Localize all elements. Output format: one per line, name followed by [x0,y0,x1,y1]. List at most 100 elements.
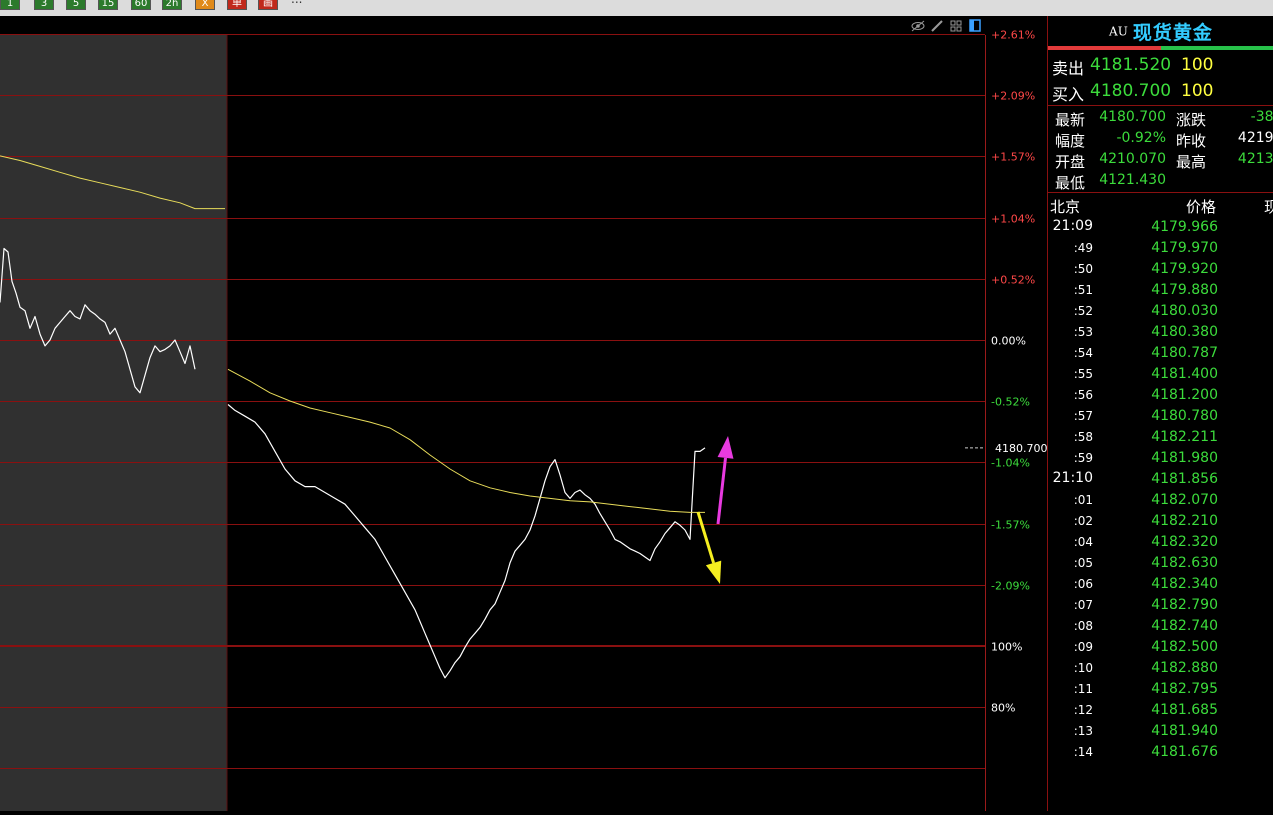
tick-price: 4181.676 [1151,744,1218,760]
tick-price: 4181.400 [1151,366,1218,382]
tick-time: :50 [1073,262,1093,276]
stat-label: 涨跌 [1176,111,1207,129]
sell-label: 卖出 [1052,59,1085,78]
tick-price: 4181.685 [1151,702,1218,718]
eye-icon[interactable] [911,20,925,32]
tick-price: 4182.740 [1151,618,1218,634]
stat-label: 开盘 [1055,153,1086,171]
instrument-code: AU [1109,24,1128,39]
tick-time: :05 [1073,556,1093,570]
tick-time: 21:10 [1052,470,1093,486]
tick-price: 4182.210 [1151,513,1218,529]
tick-price: 4182.211 [1151,429,1218,445]
sell-price: 4181.520 [1090,55,1172,75]
axis-tick-label: +2.09% [991,90,1035,103]
stat-label: 最低 [1055,174,1086,192]
stat-value: -0.92% [1116,130,1166,146]
sell-strength-bar [1048,46,1161,50]
buy-price: 4180.700 [1090,81,1172,101]
buy-label: 买入 [1052,85,1085,104]
tick-time: :11 [1073,682,1093,696]
tick-price: 4181.200 [1151,387,1218,403]
sell-row[interactable]: 卖出 4181.520 100 [1048,53,1273,78]
sell-volume: 100 [1181,55,1214,75]
period-button-0[interactable]: 1 [0,0,20,10]
period-button-7[interactable]: 单 [227,0,247,10]
ticks-volume-header: 现 [1264,196,1273,217]
tick-time: :59 [1073,451,1093,465]
tick-time: :06 [1073,577,1093,591]
buy-row[interactable]: 买入 4180.700 100 [1048,79,1273,104]
instrument-title: AU 现货黄金 [1048,18,1273,44]
period-button-1[interactable]: 3 [34,0,54,10]
stat-label: 最新 [1055,111,1086,129]
tick-price: 4182.320 [1151,534,1218,550]
period-button-6[interactable]: X [195,0,215,10]
period-button-3[interactable]: 15 [98,0,118,10]
tick-price: 4182.790 [1151,597,1218,613]
more-menu-icon[interactable]: ... [291,0,302,6]
tick-time: :49 [1073,241,1093,255]
tick-price: 4181.940 [1151,723,1218,739]
tick-price: 4182.340 [1151,576,1218,592]
tick-time: :51 [1073,283,1093,297]
period-button-2[interactable]: 5 [66,0,86,10]
tick-time: :14 [1073,745,1093,759]
tick-price: 4180.380 [1151,324,1218,340]
chart-canvas[interactable]: +2.61% +2.09% +1.57% +1.04% +0.52% 0.00% -0.52… [0,16,1048,811]
buy-strength-bar [1161,46,1273,50]
annotation-arrowhead-up [717,436,734,459]
stat-value: 4213. [1237,151,1273,167]
stat-value: 4180.700 [1099,109,1166,125]
tick-time: :01 [1073,493,1093,507]
tick-time: :53 [1073,325,1093,339]
divider [1048,105,1273,106]
layout-icon[interactable] [950,20,962,32]
stat-value: -38. [1250,109,1273,125]
axis-tick-label: -1.04% [991,457,1030,470]
period-toolbar: 1 3 5 15 60 2h X 单 画... [0,0,1273,16]
tick-time: :52 [1073,304,1093,318]
last-price-label: 4180.700 [995,442,1047,455]
tick-price: 4179.880 [1151,282,1218,298]
tick-price: 4180.780 [1151,408,1218,424]
tick-time: :08 [1073,619,1093,633]
tick-time: :56 [1073,388,1093,402]
stat-value: 4210.070 [1099,151,1166,167]
tick-price: 4181.980 [1151,450,1218,466]
tick-time: :07 [1073,598,1093,612]
axis-tick-label: -2.09% [991,580,1030,593]
tick-price: 4181.856 [1151,471,1218,487]
volume-tick-label: 80% [991,702,1015,715]
tick-time: :54 [1073,346,1093,360]
period-button-8[interactable]: 画 [258,0,278,10]
tick-price: 4180.787 [1151,345,1218,361]
quote-panel: AU 现货黄金 卖出 4181.520 100 买入 4180.700 100 … [1047,16,1273,811]
window-icon[interactable] [969,19,981,32]
tick-price: 4179.970 [1151,240,1218,256]
tick-price: 4182.630 [1151,555,1218,571]
tick-price: 4179.920 [1151,261,1218,277]
axis-tick-label: +0.52% [991,274,1035,287]
tick-price: 4182.500 [1151,639,1218,655]
tick-time: :58 [1073,430,1093,444]
period-button-4[interactable]: 60 [131,0,151,10]
stat-label: 最高 [1176,153,1207,171]
tick-time: :10 [1073,661,1093,675]
axis-tick-label: 0.00% [991,335,1026,348]
pencil-icon[interactable] [931,20,943,32]
intraday-chart[interactable]: +2.61% +2.09% +1.57% +1.04% +0.52% 0.00% -0.52… [0,16,1048,811]
axis-tick-label: +1.57% [991,151,1035,164]
annotation-arrow-up [716,457,728,525]
period-button-5[interactable]: 2h [162,0,182,10]
ticks-price-header: 价格 [1186,198,1217,216]
average-price-line [227,368,705,513]
stat-value: 4121.430 [1099,172,1166,188]
tick-time: :55 [1073,367,1093,381]
stat-label: 昨收 [1176,132,1207,150]
ticks-time-header: 北京 [1050,198,1081,216]
axis-tick-label: -1.57% [991,519,1030,532]
pre-session-shade [0,35,227,811]
tick-price: 4182.880 [1151,660,1218,676]
divider [1048,192,1273,193]
